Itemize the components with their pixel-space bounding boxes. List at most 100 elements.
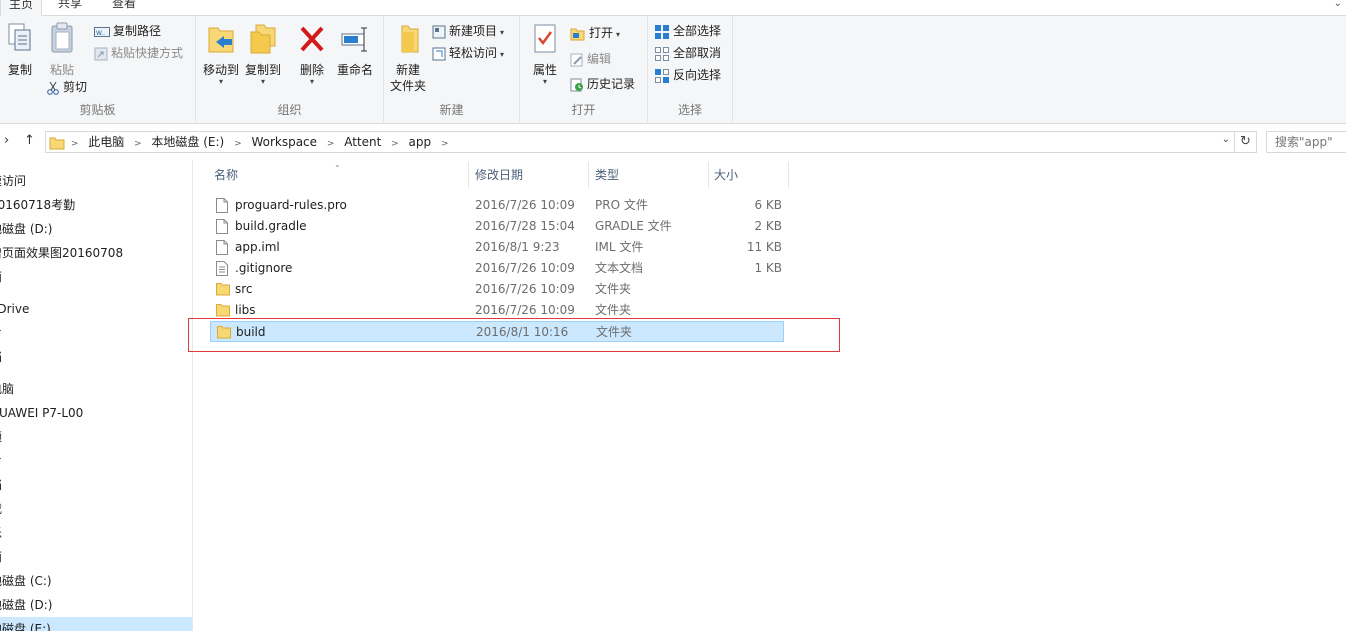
file-size: 1 KB [754,261,782,275]
search-input[interactable] [1267,132,1346,152]
file-icon [216,219,228,234]
address-dropdown-icon[interactable]: ⌄ [1222,134,1230,145]
column-divider[interactable] [588,162,589,188]
breadcrumb-separator-icon[interactable]: > [441,134,449,154]
column-divider[interactable] [468,162,469,188]
breadcrumb: > 此电脑 > 本地磁盘 (E:) > Workspace > Attent >… [46,132,449,152]
sidebar-item[interactable]: 档 [0,474,2,496]
group-select: 全部选择 全部取消 反向选择 选择 [648,16,733,122]
select-all-label: 全部选择 [673,24,722,38]
sidebar-item[interactable]: 地磁盘 (C:) [0,570,52,592]
column-divider[interactable] [788,162,789,188]
column-header-size[interactable]: 大小 [714,167,784,191]
select-none-button[interactable]: 全部取消 [654,43,721,63]
sidebar-item[interactable]: 片 [0,450,2,472]
column-header-type[interactable]: 类型 [595,167,700,191]
properties-text: 属性 [532,63,557,77]
sidebar-item[interactable]: 地磁盘 (E:) [0,618,51,631]
paste-button[interactable]: 粘贴 [44,22,80,78]
paste-label: 粘贴 [49,63,74,77]
sidebar-item[interactable]: 乐 [0,522,2,544]
sidebar-item[interactable]: 地磁盘 (D:) [0,594,52,616]
file-row[interactable]: libs 2016/7/26 10:09 文件夹 [210,300,784,321]
navigation-bar: › ↑ > 此电脑 > 本地磁盘 (E:) > Workspace > Atte… [0,125,1346,159]
tab-share[interactable]: 共享 [58,0,82,11]
ribbon-collapse-icon[interactable]: ⌄ [1334,0,1342,9]
sidebar-item[interactable]: 片 [0,322,2,344]
sidebar-item-quick-access[interactable]: 速访问 [0,170,26,192]
open-label: 打开 [589,26,614,40]
breadcrumb-item[interactable]: 此电脑 [82,132,130,152]
file-row[interactable]: build.gradle 2016/7/28 15:04 GRADLE 文件 2… [210,216,784,237]
new-folder-button[interactable]: 新建 文件夹 [388,22,428,94]
copy-to-dropdown-icon: ▾ [260,77,265,86]
sidebar-item[interactable]: 面 [0,546,2,568]
invert-selection-button[interactable]: 反向选择 [654,65,721,85]
file-row[interactable]: .gitignore 2016/7/26 10:09 文本文档 1 KB [210,258,784,279]
edit-icon [570,53,583,66]
sidebar-item[interactable]: 增页面效果图20160708 [0,242,123,264]
sidebar-item[interactable]: 载 [0,498,2,520]
up-arrow-icon[interactable]: ↑ [24,133,35,148]
rename-button[interactable]: 重命名 [334,22,376,78]
folder-icon [216,283,230,296]
cut-label: 剪切 [63,80,88,94]
breadcrumb-item[interactable]: Attent [338,132,387,152]
file-type: GRADLE 文件 [595,219,672,233]
breadcrumb-separator-icon[interactable]: > [234,134,242,154]
tab-home[interactable]: 主页 [0,0,43,16]
paste-shortcut-button[interactable]: 粘贴快捷方式 [94,43,183,63]
group-open: 属性 ▾ 打开 ▾ 编辑 历史记录 打开 [520,16,648,122]
sidebar-item[interactable]: 面 [0,266,2,288]
breadcrumb-separator-icon[interactable]: > [391,134,399,154]
column-header-name[interactable]: 名称 [214,167,464,191]
easy-access-button[interactable]: 轻松访问 ▾ [432,43,504,63]
delete-button[interactable]: 删除 ▾ [296,22,328,86]
paste-icon [51,22,73,53]
ribbon-tabs: 主页 共享 查看 ⌄ [0,0,1346,16]
back-arrow-icon[interactable]: › [4,133,9,148]
sidebar-item[interactable]: HUAWEI P7-L00 [0,402,83,424]
file-row[interactable]: src 2016/7/26 10:09 文件夹 [210,279,784,300]
breadcrumb-item[interactable]: Workspace [245,132,323,152]
file-name: src [235,282,253,296]
paste-shortcut-label: 粘贴快捷方式 [111,46,184,60]
breadcrumb-separator-icon[interactable]: > [327,134,335,154]
move-to-button[interactable]: 移动到 ▾ [202,22,240,86]
tab-view[interactable]: 查看 [112,0,136,11]
refresh-icon[interactable]: ↻ [1234,132,1256,152]
breadcrumb-item[interactable]: 本地磁盘 (E:) [145,132,230,152]
file-row-selected[interactable]: build 2016/8/1 10:16 文件夹 [210,321,784,342]
column-divider[interactable] [708,162,709,188]
file-size [705,300,782,321]
column-header-date[interactable]: 修改日期 [475,167,585,191]
navigation-pane: 速访问 20160718考勤 地磁盘 (D:) 增页面效果图20160708 面… [0,160,193,631]
properties-button[interactable]: 属性 ▾ [528,22,562,86]
copy-button[interactable]: 复制 [4,22,36,78]
sidebar-item-this-pc[interactable]: 电脑 [0,378,14,400]
select-group-label: 选择 [677,103,702,117]
breadcrumb-separator-icon[interactable]: > [71,134,79,154]
file-row[interactable]: app.iml 2016/8/1 9:23 IML 文件 11 KB [210,237,784,258]
cut-button[interactable]: 剪切 [46,77,87,97]
sidebar-item-onedrive[interactable]: eDrive [0,298,29,320]
sidebar-item[interactable]: 20160718考勤 [0,194,75,216]
edit-button[interactable]: 编辑 [570,49,611,69]
new-folder-icon [401,25,419,53]
file-date: 2016/7/26 10:09 [475,261,575,275]
breadcrumb-item[interactable]: app [403,132,438,152]
sidebar-item[interactable]: 频 [0,426,2,448]
file-row[interactable]: proguard-rules.pro 2016/7/26 10:09 PRO 文… [210,195,784,216]
address-bar[interactable]: > 此电脑 > 本地磁盘 (E:) > Workspace > Attent >… [45,131,1257,153]
sidebar-item[interactable]: 地磁盘 (D:) [0,218,52,240]
history-button[interactable]: 历史记录 [570,74,635,94]
folder-icon [217,326,231,339]
open-button[interactable]: 打开 ▾ [570,23,620,43]
new-item-button[interactable]: 新建项目 ▾ [432,21,504,41]
select-all-button[interactable]: 全部选择 [654,21,721,41]
copy-to-button[interactable]: 复制到 ▾ [244,22,282,86]
sidebar-item[interactable]: 档 [0,346,2,368]
copy-path-button[interactable]: W.. 复制路径 [94,21,161,41]
breadcrumb-separator-icon[interactable]: > [134,134,142,154]
history-icon [570,78,583,91]
